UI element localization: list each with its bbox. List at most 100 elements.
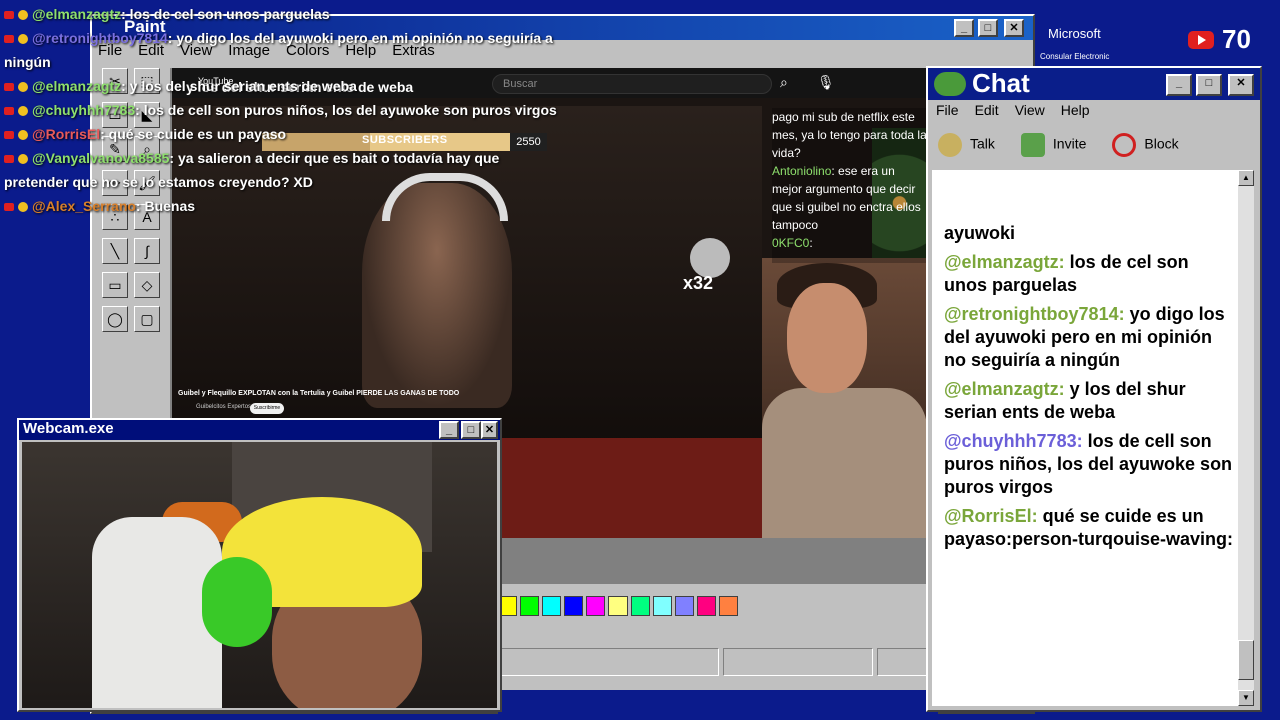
side-chat-overlay: pago mi sub de netflix este mes, ya lo t…	[772, 108, 927, 263]
color-swatch[interactable]	[564, 596, 584, 616]
video-channel: Guibelcitos Expertos	[196, 404, 252, 410]
viewer-count: 70	[1222, 24, 1251, 54]
chat-message-text: ayuwoki	[944, 223, 1016, 243]
chat-message-user: @elmanzagtz:	[944, 252, 1065, 272]
close-button[interactable]: ✕	[1004, 19, 1024, 37]
curve-tool[interactable]: ∫	[134, 238, 160, 264]
chat-message: ayuwoki	[944, 222, 1234, 245]
chat-scrollbar[interactable]: ▲ ▼	[1238, 170, 1254, 706]
badge-icon	[18, 34, 28, 45]
chat-message: @chuyhhh7783: los de cell son puros niño…	[944, 430, 1234, 499]
status-segment	[723, 648, 874, 676]
rounded-rect-tool[interactable]: ▢	[134, 306, 160, 332]
search-icon[interactable]: ⌕	[780, 74, 788, 91]
minimize-button[interactable]: _	[1166, 74, 1192, 96]
badge-icon	[18, 10, 28, 21]
chat-menubar: File Edit View Help	[936, 102, 1090, 118]
polygon-tool[interactable]: ◇	[134, 272, 160, 298]
badge-icon	[18, 106, 28, 117]
webcam-window: Webcam.exe _ □ ✕	[17, 418, 502, 712]
chat-menu-file[interactable]: File	[936, 102, 959, 118]
block-label: Block	[1144, 135, 1179, 152]
ellipse-tool[interactable]: ◯	[102, 306, 128, 332]
chat-toolbar: Talk Invite Block	[938, 130, 1179, 160]
overlay-chat-text: : los de cell son puros niños, los del a…	[135, 102, 557, 118]
status-segment	[877, 648, 929, 676]
color-palette	[498, 596, 739, 618]
overlay-chat-line: @Alex_Serrano: Buenas	[4, 194, 564, 218]
chat-title: Chat	[972, 68, 1030, 98]
color-swatch[interactable]	[652, 596, 672, 616]
microphone-icon[interactable]: 🎙	[817, 74, 835, 91]
youtube-icon	[4, 155, 14, 164]
microsoft-logo: Microsoft	[1048, 26, 1101, 41]
side-chat-user: Antoniolino	[772, 164, 832, 178]
color-swatch[interactable]	[718, 596, 739, 616]
subscribe-button[interactable]: Suscribirme	[250, 403, 284, 414]
cat-sticker	[690, 238, 730, 278]
rectangle-tool[interactable]: ▭	[102, 272, 128, 298]
talk-button[interactable]: Talk	[938, 133, 995, 157]
chat-transcript: ayuwoki @elmanzagtz: los de cel son unos …	[932, 170, 1242, 706]
color-swatch[interactable]	[520, 596, 540, 616]
overlay-chat-user: @RorrisEl	[32, 126, 101, 142]
color-swatch[interactable]	[630, 596, 650, 616]
webcam-title: Webcam.exe	[23, 420, 114, 437]
status-segment	[498, 648, 720, 676]
overlay-chat-text: : Buenas	[135, 198, 196, 214]
color-swatch[interactable]	[586, 596, 606, 616]
minimize-button[interactable]: _	[954, 19, 974, 37]
viewer-count-box: 70	[1188, 24, 1251, 55]
overlay-chat-user: @retronightboy7814	[32, 30, 168, 46]
overlay-chat-user: @elmanzagtz	[32, 6, 122, 22]
scroll-down-button[interactable]: ▼	[1238, 690, 1254, 706]
scroll-thumb[interactable]	[1238, 640, 1254, 680]
overlay-chat-user: @chuyhhh7783	[32, 102, 136, 118]
invite-button[interactable]: Invite	[1020, 133, 1087, 157]
chat-message-user: @chuyhhh7783:	[944, 431, 1083, 451]
video-caption: Guibel y Flequillo EXPLOTAN con la Tertu…	[178, 390, 460, 397]
invite-label: Invite	[1052, 135, 1087, 152]
maximize-button[interactable]: □	[978, 19, 998, 37]
jacket-image	[762, 388, 927, 538]
microsoft-sub: Consular Electronic	[1040, 52, 1110, 61]
line-tool[interactable]: ╲	[102, 238, 128, 264]
youtube-icon	[4, 11, 14, 20]
youtube-icon	[4, 131, 14, 140]
scroll-up-button[interactable]: ▲	[1238, 170, 1254, 186]
side-chat-line: Antoniolino: ese era un mejor argumento …	[772, 162, 927, 234]
face-image	[787, 283, 867, 393]
overlay-chat-line: @elmanzagtz: y los del shur serian ents …	[4, 74, 564, 98]
color-swatch[interactable]	[542, 596, 562, 616]
chat-message: @RorrisEl: qué se cuide es un payaso:per…	[944, 505, 1234, 551]
maximize-button[interactable]: □	[1196, 74, 1222, 96]
minimize-button[interactable]: _	[439, 421, 459, 439]
side-chat-user: 0KFC0	[772, 236, 810, 250]
block-button[interactable]: Block	[1112, 133, 1179, 157]
chat-menu-edit[interactable]: Edit	[975, 102, 999, 118]
chat-window: Chat _ □ ✕ File Edit View Help Talk Invi…	[926, 66, 1262, 712]
color-swatch[interactable]	[674, 596, 694, 616]
maximize-button[interactable]: □	[461, 421, 481, 439]
overlay-chat-text: : y los del shur serian ents de weba	[121, 78, 357, 94]
overlay-chat-line: @Vanyalvanova8585: ya salieron a decir q…	[4, 146, 564, 194]
overlay-chat: @elmanzagtz: los de cel son unos parguel…	[4, 2, 564, 218]
chat-message-user: @elmanzagtz:	[944, 379, 1065, 399]
chat-menu-view[interactable]: View	[1015, 102, 1045, 118]
background-strip	[498, 690, 938, 720]
badge-icon	[18, 130, 28, 141]
green-headphone	[202, 557, 272, 647]
chat-menu-help[interactable]: Help	[1061, 102, 1090, 118]
close-button[interactable]: ✕	[481, 421, 498, 439]
overlay-chat-user: @elmanzagtz	[32, 78, 122, 94]
side-chat-line: 0KFC0:	[772, 234, 927, 252]
color-swatch[interactable]	[696, 596, 716, 616]
chat-message-user: @RorrisEl:	[944, 506, 1038, 526]
badge-icon	[18, 154, 28, 165]
close-button[interactable]: ✕	[1228, 74, 1254, 96]
overlay-chat-user: @Vanyalvanova8585	[32, 150, 170, 166]
overlay-chat-line: @retronightboy7814: yo digo los del ayuw…	[4, 26, 564, 74]
youtube-icon	[1188, 30, 1214, 49]
color-swatch[interactable]	[608, 596, 628, 616]
chat-message-user: @retronightboy7814:	[944, 304, 1125, 324]
